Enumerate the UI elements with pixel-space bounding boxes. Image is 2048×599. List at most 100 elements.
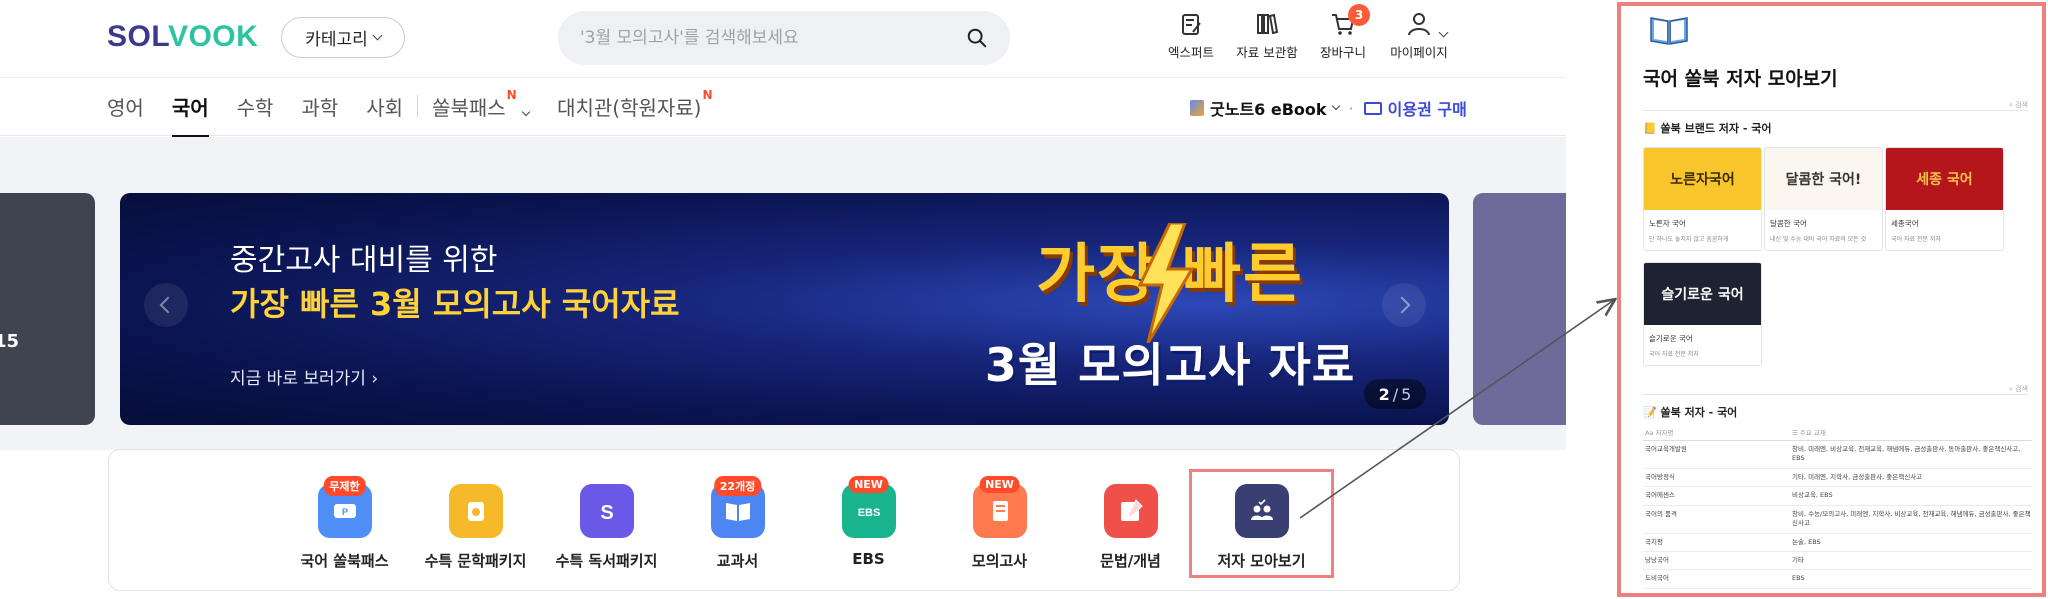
next-slide-peek[interactable] [1473,193,1566,425]
nav-tab-korean[interactable]: 국어 [171,92,209,138]
author-collection-panel: 국어 쏠북 저자 모아보기 ⌕ 검색 📒 쏠북 브랜드 저자 - 국어 노른자국… [1617,2,2046,597]
panel-search-link-2[interactable]: ⌕ 검색 [2009,384,2028,394]
svg-text:S: S [600,502,613,524]
category-button[interactable]: 카테고리 [281,17,405,58]
brand-author-card[interactable]: 노른자국어 노른자 국어 단 하나도 놓치지 않고 꼼꼼하게 [1643,147,1762,251]
quick-menu-item[interactable]: 문법/개념 [1065,476,1196,571]
author-name: 국어교육개발원 [1645,445,1687,453]
brand-card-name: 노른자 국어 [1649,219,1686,228]
search-bar[interactable] [558,11,1010,65]
quick-menu-label: 수특 문학패키지 [424,552,527,570]
library-label: 자료 보관함 [1236,45,1298,60]
category-nav: 영어 국어 수학 과학 사회 쏠북패스N 대치관(학원자료)N 굿노트6 eBo… [0,78,1566,138]
solvook-logo[interactable]: SOLVOOK [107,20,258,54]
s-package-icon: S [579,484,634,538]
author-row[interactable]: 국어에센스 비상교육, EBS [1643,487,2032,506]
mypage-label: 마이페이지 [1390,45,1448,60]
brand-author-card[interactable]: 세종 국어 세종국어 국어 자료 전문 저자 [1885,147,2004,251]
cart-count-badge: 3 [1348,4,1370,26]
category-label: 카테고리 [305,30,368,50]
author-row[interactable]: 국어교육개발원 창비, 미래엔, 비상교육, 천재교육, 해냄에듀, 금성출판사,… [1643,441,2032,469]
quick-menu-item[interactable]: S 수특 독서패키지 [541,476,672,571]
expert-button[interactable]: 엑스퍼트 [1160,10,1222,61]
brand-author-card[interactable]: 슬기로운 국어 슬기로운 국어 국어 자료 전문 저자 [1643,262,1762,366]
brand-card-name: 달콤한 국어 [1770,219,1807,228]
goodnotes-ebook-dropdown[interactable]: 굿노트6 eBook [1190,96,1340,120]
brand-card-desc: 국어 자료 전문 저자 [1891,236,1941,243]
brand-section-title: 📒 쏠북 브랜드 저자 - 국어 [1643,122,1772,135]
brand-card-thumbnail: 슬기로운 국어 [1644,263,1761,325]
nav-tab-social[interactable]: 사회 [366,92,403,135]
quick-menu-label: 문법/개념 [1100,552,1161,570]
author-section-title: 📝 쏠북 저자 - 국어 [1643,406,1738,419]
carousel-pager: 2/5 [1364,379,1426,409]
quick-menu-item[interactable]: 22개정교과서 [672,476,803,571]
carousel-prev-button[interactable] [144,283,188,327]
nav-tab-science[interactable]: 과학 [301,92,338,135]
quick-menu-item[interactable]: 저자 모아보기 [1189,469,1334,578]
buy-pass-link[interactable]: 이용권 구매 [1363,96,1467,120]
open-book-icon [1650,17,1688,45]
author-row[interactable]: 낭낭국어 기타 [1643,552,2032,571]
nav-tab-solbook-pass[interactable]: 쏠북패스N [432,88,531,135]
panel-title: 국어 쏠북 저자 모아보기 [1643,68,1838,90]
new-mark: N [506,88,517,102]
author-table-header: Aa 저자명 ☰ 주요 교재 [1643,424,2032,441]
author-row[interactable]: 국어의 품격 창비, 수능/모의고사, 미래엔, 지학사, 비상교육, 천재교육,… [1643,506,2032,534]
quick-menu-item[interactable]: 수특 문학패키지 [410,476,541,571]
hero-carousel: 15 중간고사 대비를 위한 가장 빠른 3월 모의고사 국어자료 지금 바로 … [0,137,1566,450]
quick-menu-label: 국어 쏠북패스 [300,552,389,570]
nav-tab-academy[interactable]: 대치관(학원자료)N [557,88,712,135]
banner-cta[interactable]: 지금 바로 보러가기 › [230,364,378,389]
banner-line1: 중간고사 대비를 위한 [230,243,498,278]
quick-menu-badge: NEW [848,476,889,493]
site-screenshot: SOLVOOK 카테고리 엑스퍼트 자료 보관함 장바구니 3 [0,0,1566,599]
hero-banner[interactable]: 중간고사 대비를 위한 가장 빠른 3월 모의고사 국어자료 지금 바로 보러가… [120,193,1449,425]
expert-icon [1182,14,1201,35]
quick-menu-item[interactable]: 무제한 P 국어 쏠북패스 [279,476,410,571]
package-icon [448,484,503,538]
quick-menu-label: 교과서 [716,552,759,570]
authors-icon [1234,484,1289,538]
chevron-down-icon [521,107,531,117]
new-mark: N [702,88,713,102]
author-books: 창비, 수능/모의고사, 미래엔, 지학사, 비상교육, 천재교육, 해냄에듀,… [1792,509,2031,528]
ticket-icon [1363,101,1382,115]
svg-text:P: P [341,507,347,517]
quick-menu-badge: 22개정 [713,476,762,496]
chevron-down-icon [1331,101,1340,111]
author-books: 미래엔, 지학사, 천재교육, 해냄에듀, 금성출판사, 동아출판사, 좋은책신… [1792,592,1997,597]
author-row[interactable]: 레기T 나민진 미래엔, 지학사, 천재교육, 해냄에듀, 금성출판사, 동아출판… [1643,589,2032,597]
author-row[interactable]: 도비국어 EBS [1643,570,2032,589]
nav-tab-math[interactable]: 수학 [237,92,274,135]
author-name: 국지평 [1645,537,1663,546]
panel-divider [1643,394,2028,395]
quick-menu-item[interactable]: NEW 모의고사 [934,476,1065,571]
brand-card-thumbnail: 노른자국어 [1644,148,1761,210]
col-author: Aa 저자명 [1645,429,1674,437]
quick-menu-item[interactable]: NEW EBS EBS [803,476,934,571]
search-icon[interactable] [966,27,988,49]
author-books: 기타, 미래엔, 지학사, 금성출판사, 좋은책신사고 [1792,472,1923,481]
author-row[interactable]: 국어방정식 기타, 미래엔, 지학사, 금성출판사, 좋은책신사고 [1643,469,2032,488]
quick-menu-label: 저자 모아보기 [1217,552,1306,570]
author-books: 비상교육, EBS [1792,491,1833,500]
cart-button[interactable]: 장바구니 3 [1312,4,1374,61]
author-books: EBS [1792,574,1805,583]
author-row[interactable]: 국지평 논술, EBS [1643,534,2032,552]
previous-slide-peek[interactable]: 15 [0,193,95,425]
ebook-icon [1190,100,1204,116]
chevron-down-icon [372,30,383,41]
author-name: 국어방정식 [1645,472,1675,481]
brand-card-name: 슬기로운 국어 [1649,334,1693,343]
nav-tab-english[interactable]: 영어 [107,92,144,135]
lightning-icon [1137,223,1195,343]
library-button[interactable]: 자료 보관함 [1236,10,1298,61]
site-header: SOLVOOK 카테고리 엑스퍼트 자료 보관함 장바구니 3 [0,0,1566,78]
carousel-next-button[interactable] [1382,283,1426,327]
author-table: Aa 저자명 ☰ 주요 교재 국어교육개발원 창비, 미래엔, 비상교육, 천재교… [1643,424,2032,597]
author-name: 국어에센스 [1645,491,1675,500]
panel-search-link[interactable]: ⌕ 검색 [2009,100,2028,110]
brand-author-card[interactable]: 달콤한 국어! 달콤한 국어 내신 및 수능 대비 국어 자료의 모든 것 [1764,147,1883,251]
search-input[interactable] [580,28,966,48]
